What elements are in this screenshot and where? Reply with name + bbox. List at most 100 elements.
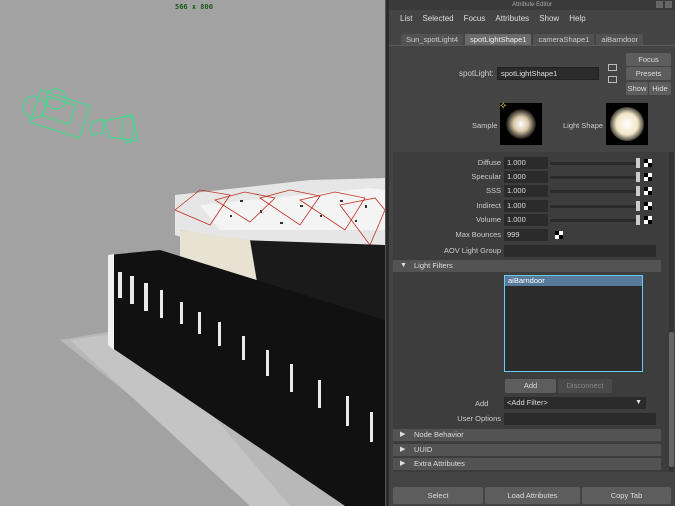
node-behavior-header[interactable]: ▶ Node Behavior [393,429,661,441]
sample-label: Sample [472,121,498,130]
menu-show[interactable]: Show [539,14,559,23]
diffuse-label: Diffuse [477,158,501,167]
diffuse-map-icon[interactable] [644,159,652,167]
show-button[interactable]: Show [626,82,648,95]
expanded-arrow-icon: ▼ [400,262,407,269]
aov-light-group-row: AOV Light Group [393,245,663,258]
disconnect-button[interactable]: Disconnect [558,379,612,393]
specular-slider[interactable] [550,176,638,179]
attribute-editor: Attribute Editor List Selected Focus Att… [389,0,675,506]
window-titlebar: Attribute Editor [389,0,675,10]
indirect-slider[interactable] [550,205,638,208]
indirect-map-icon[interactable] [644,202,652,210]
collapsed-arrow-icon: ▶ [400,431,406,438]
volume-slider[interactable] [550,219,638,222]
copy-tab-button[interactable]: Copy Tab [582,487,671,504]
sss-field[interactable]: 1.000 [504,185,548,197]
close-icon[interactable] [665,1,672,8]
indirect-label: Indirect [476,201,501,210]
diffuse-slider-thumb[interactable] [636,158,640,168]
light-filters-header[interactable]: ▼ Light Filters [393,260,661,272]
collapsed-arrow-icon: ▶ [400,460,406,467]
specular-slider-thumb[interactable] [636,172,640,182]
aov-light-group-field[interactable] [504,245,656,257]
volume-slider-thumb[interactable] [636,215,640,225]
specular-label: Specular [471,172,501,181]
tab-spotlightshape1[interactable]: spotLightShape1 [465,34,532,45]
output-connection-icon[interactable] [608,76,617,83]
indirect-row: Indirect 1.000 [393,200,663,213]
max-bounces-label: Max Bounces [455,230,501,239]
tab-camerashape1[interactable]: cameraShape1 [533,34,595,45]
diffuse-row: Diffuse 1.000 [393,157,663,170]
collapsed-arrow-icon: ▶ [400,446,406,453]
user-options-label: User Options [457,414,501,423]
specular-field[interactable]: 1.000 [504,171,548,183]
diffuse-slider[interactable] [550,162,638,165]
sss-map-icon[interactable] [644,187,652,195]
menu-bar: List Selected Focus Attributes Show Help [389,10,675,26]
diffuse-field[interactable]: 1.000 [504,157,548,169]
menu-list[interactable]: List [400,14,412,23]
volume-map-icon[interactable] [644,216,652,224]
tab-divider [389,45,675,46]
menu-focus[interactable]: Focus [464,14,486,23]
sss-slider[interactable] [550,190,638,193]
specular-map-icon[interactable] [644,173,652,181]
volume-label: Volume [475,215,501,224]
user-options-field[interactable] [504,413,656,425]
scrollbar[interactable] [669,152,674,472]
tab-sun-spotlight4[interactable]: Sun_spotLight4 [401,34,464,45]
light-filters-title: Light Filters [414,261,453,270]
light-filter-list[interactable]: aiBarndoor [504,275,643,372]
max-bounces-row: Max Bounces 999 [393,229,663,242]
scene-render [60,178,385,506]
menu-attributes[interactable]: Attributes [495,14,529,23]
uuid-header[interactable]: ▶ UUID [393,444,661,456]
max-bounces-field[interactable]: 999 [504,229,548,241]
indirect-field[interactable]: 1.000 [504,200,548,212]
input-connection-icon[interactable] [608,64,617,71]
sss-label: SSS [485,186,501,195]
node-tabs: Sun_spotLight4 spotLightShape1 cameraSha… [401,34,644,45]
select-button[interactable]: Select [393,487,483,504]
volume-field[interactable]: 1.000 [504,214,548,226]
hide-button[interactable]: Hide [649,82,671,95]
specular-row: Specular 1.000 [393,171,663,184]
max-bounces-map-icon[interactable] [555,231,563,239]
sss-slider-thumb[interactable] [636,186,640,196]
extra-attributes-header[interactable]: ▶ Extra Attributes [393,458,661,470]
node-name-field[interactable]: spotLightShape1 [497,67,599,80]
tab-aibarndoor[interactable]: aiBarndoor [596,34,644,45]
presets-button[interactable]: Presets [626,67,671,80]
user-options-row: User Options [393,413,663,426]
node-behavior-title: Node Behavior [414,430,464,439]
menu-help[interactable]: Help [569,14,585,23]
resolution-label: 566 x 800 [175,3,213,11]
chevron-down-icon: ▼ [635,399,642,406]
spotlight-gizmo[interactable] [20,85,160,165]
bottom-button-bar: Select Load Attributes Copy Tab [389,487,675,506]
indirect-slider-thumb[interactable] [636,201,640,211]
add-filter-dropdown[interactable]: <Add Filter> ▼ [504,397,646,409]
uuid-title: UUID [414,445,433,454]
focus-button[interactable]: Focus [626,53,671,66]
light-shape-swatch[interactable] [606,103,648,145]
sample-pointer-icon: ✧ [499,101,508,112]
add-filter-value: <Add Filter> [507,398,548,407]
light-shape-label: Light Shape [563,121,604,130]
add-filter-button[interactable]: Add [505,379,556,393]
window-title: Attribute Editor [512,2,552,8]
filter-list-item[interactable]: aiBarndoor [505,276,642,286]
extra-attributes-title: Extra Attributes [414,459,465,468]
node-type-label: spotLight: [459,69,494,78]
volume-row: Volume 1.000 [393,214,663,227]
aov-light-group-label: AOV Light Group [443,246,501,255]
minimize-icon[interactable] [656,1,663,8]
attribute-scroll-area[interactable]: Diffuse 1.000 Specular 1.000 SSS 1.000 I… [393,152,669,472]
load-attributes-button[interactable]: Load Attributes [485,487,580,504]
sss-row: SSS 1.000 [393,185,663,198]
scrollbar-thumb[interactable] [669,332,674,467]
viewport-3d[interactable]: 566 x 800 [0,0,385,506]
menu-selected[interactable]: Selected [422,14,453,23]
